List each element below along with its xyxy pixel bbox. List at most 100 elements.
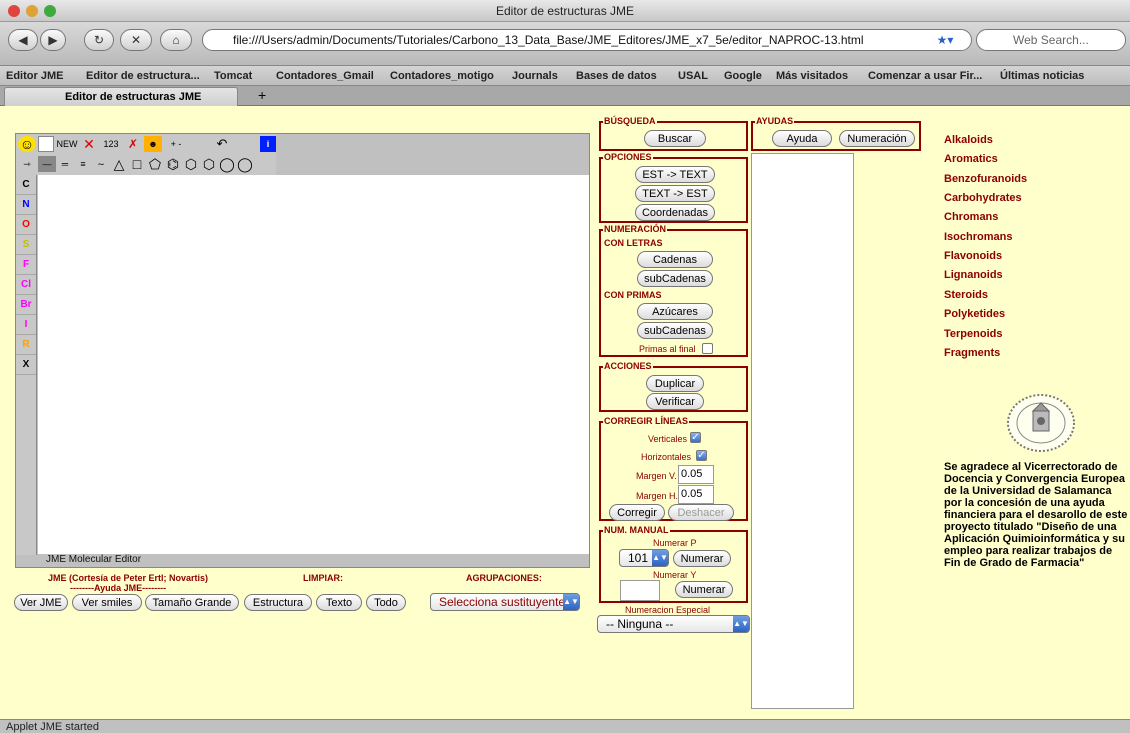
- numerar-p-button[interactable]: Numerar: [673, 550, 731, 567]
- azucares-button[interactable]: Azúcares: [637, 303, 713, 320]
- tab-editor[interactable]: Editor de estructuras JME: [4, 87, 238, 106]
- verificar-button[interactable]: Verificar: [646, 393, 704, 410]
- subcadenas-primas-button[interactable]: subCadenas: [637, 322, 713, 339]
- bookmark-item[interactable]: Editor de estructura...: [86, 70, 200, 82]
- coordenadas-button[interactable]: Coordenadas: [635, 204, 715, 221]
- numeracion-especial-select[interactable]: -- Ninguna -- ▲▼: [597, 615, 750, 633]
- bookmark-item[interactable]: Google: [724, 70, 762, 82]
- element-c[interactable]: C: [16, 175, 36, 195]
- ring7-icon[interactable]: ⬡: [200, 156, 218, 172]
- undo-icon[interactable]: ↶: [212, 136, 232, 152]
- element-cl[interactable]: Cl: [16, 275, 36, 295]
- horizontales-checkbox[interactable]: ✓: [696, 450, 707, 461]
- todo-button[interactable]: Todo: [366, 594, 406, 611]
- element-i[interactable]: I: [16, 315, 36, 335]
- link-benzofuranoids[interactable]: Benzofuranoids: [944, 173, 1027, 185]
- link-fragments[interactable]: Fragments: [944, 347, 1000, 359]
- bookmark-item[interactable]: Editor JME: [6, 70, 63, 82]
- bookmark-item[interactable]: Journals: [512, 70, 558, 82]
- delete-icon[interactable]: ✕: [80, 136, 98, 152]
- element-n[interactable]: N: [16, 195, 36, 215]
- ring5-icon[interactable]: ⬠: [146, 156, 164, 172]
- ayuda-button[interactable]: Ayuda: [772, 130, 832, 147]
- numeracion-help-button[interactable]: Numeración: [839, 130, 915, 147]
- reload-button[interactable]: ↻: [84, 29, 114, 51]
- estructura-button[interactable]: Estructura: [244, 594, 312, 611]
- ring3-icon[interactable]: △: [110, 156, 128, 172]
- bookmark-star-icon[interactable]: ★▾: [924, 29, 966, 51]
- jme-applet[interactable]: ☺ NEW ✕ 123 ✗ ☻ + - ↶ i ⇾ — ═ ≡ ∼ △ □ ⬠ …: [15, 133, 590, 568]
- charge-button[interactable]: + -: [166, 136, 186, 152]
- delete-group-icon[interactable]: ✗: [124, 136, 142, 152]
- ring9-icon[interactable]: ◯: [236, 156, 254, 172]
- forward-button[interactable]: ▶: [40, 29, 66, 51]
- bookmark-item[interactable]: Más visitados: [776, 70, 848, 82]
- element-o[interactable]: O: [16, 215, 36, 235]
- single-bond-icon[interactable]: —: [38, 156, 56, 172]
- results-listbox[interactable]: [751, 153, 854, 709]
- web-search-input[interactable]: Web Search...: [976, 29, 1126, 51]
- text-to-est-button[interactable]: TEXT -> EST: [635, 185, 715, 202]
- link-alkaloids[interactable]: Alkaloids: [944, 134, 993, 146]
- link-isochromans[interactable]: Isochromans: [944, 231, 1012, 243]
- link-lignanoids[interactable]: Lignanoids: [944, 269, 1003, 281]
- link-chromans[interactable]: Chromans: [944, 211, 998, 223]
- bookmark-item[interactable]: Tomcat: [214, 70, 252, 82]
- stop-button[interactable]: ✕: [120, 29, 152, 51]
- numbering-button[interactable]: 123: [100, 136, 122, 152]
- corregir-button[interactable]: Corregir: [609, 504, 665, 521]
- new-button[interactable]: NEW: [56, 136, 78, 152]
- subcadenas-button[interactable]: subCadenas: [637, 270, 713, 287]
- new-tab-button[interactable]: +: [258, 87, 266, 103]
- info-icon[interactable]: i: [260, 136, 276, 152]
- deshacer-button[interactable]: Deshacer: [668, 504, 734, 521]
- duplicar-button[interactable]: Duplicar: [646, 375, 704, 392]
- ayuda-jme-link[interactable]: --------Ayuda JME--------: [70, 583, 166, 593]
- bookmark-item[interactable]: Bases de datos: [576, 70, 657, 82]
- numerar-y-button[interactable]: Numerar: [675, 581, 733, 598]
- buscar-button[interactable]: Buscar: [644, 130, 706, 147]
- ring4-icon[interactable]: □: [128, 156, 146, 172]
- margen-v-input[interactable]: 0.05: [678, 465, 714, 484]
- numerar-y-input[interactable]: [620, 580, 660, 601]
- est-to-text-button[interactable]: EST -> TEXT: [635, 166, 715, 183]
- sustituyente-select[interactable]: Selecciona sustituyente ▲▼: [430, 593, 580, 611]
- smiley-icon[interactable]: ☺: [18, 136, 36, 152]
- ver-smiles-button[interactable]: Ver smiles: [72, 594, 142, 611]
- verticales-checkbox[interactable]: ✓: [690, 432, 701, 443]
- chain-icon[interactable]: ∼: [92, 156, 110, 172]
- ver-jme-button[interactable]: Ver JME: [14, 594, 68, 611]
- primas-al-final-checkbox[interactable]: [702, 343, 713, 354]
- texto-button[interactable]: Texto: [316, 594, 362, 611]
- jme-drawing-canvas[interactable]: [38, 175, 589, 554]
- numerar-p-select[interactable]: 101 ▲▼: [619, 549, 669, 567]
- link-carbohydrates[interactable]: Carbohydrates: [944, 192, 1022, 204]
- element-br[interactable]: Br: [16, 295, 36, 315]
- element-s[interactable]: S: [16, 235, 36, 255]
- link-flavonoids[interactable]: Flavonoids: [944, 250, 1002, 262]
- bond-stereo-icon[interactable]: ⇾: [18, 156, 36, 172]
- link-terpenoids[interactable]: Terpenoids: [944, 328, 1002, 340]
- mark-icon[interactable]: ☻: [144, 136, 162, 152]
- link-polyketides[interactable]: Polyketides: [944, 308, 1005, 320]
- bookmark-item[interactable]: Contadores_motigo: [390, 70, 494, 82]
- bookmark-item[interactable]: USAL: [678, 70, 708, 82]
- cadenas-button[interactable]: Cadenas: [637, 251, 713, 268]
- bookmark-item[interactable]: Contadores_Gmail: [276, 70, 374, 82]
- link-steroids[interactable]: Steroids: [944, 289, 988, 301]
- bookmark-item[interactable]: Últimas noticias: [1000, 70, 1084, 82]
- ring8-icon[interactable]: ◯: [218, 156, 236, 172]
- element-r[interactable]: R: [16, 335, 36, 355]
- element-f[interactable]: F: [16, 255, 36, 275]
- clear-icon[interactable]: [38, 136, 54, 152]
- tamano-grande-button[interactable]: Tamaño Grande: [145, 594, 239, 611]
- home-button[interactable]: ⌂: [160, 29, 192, 51]
- ring6-icon[interactable]: ⬡: [182, 156, 200, 172]
- element-x[interactable]: X: [16, 355, 36, 375]
- margen-h-input[interactable]: 0.05: [678, 485, 714, 504]
- link-aromatics[interactable]: Aromatics: [944, 153, 998, 165]
- url-bar[interactable]: file:///Users/admin/Documents/Tutoriales…: [202, 29, 972, 51]
- double-bond-icon[interactable]: ═: [56, 156, 74, 172]
- back-button[interactable]: ◀: [8, 29, 38, 51]
- bookmark-item[interactable]: Comenzar a usar Fir...: [868, 70, 982, 82]
